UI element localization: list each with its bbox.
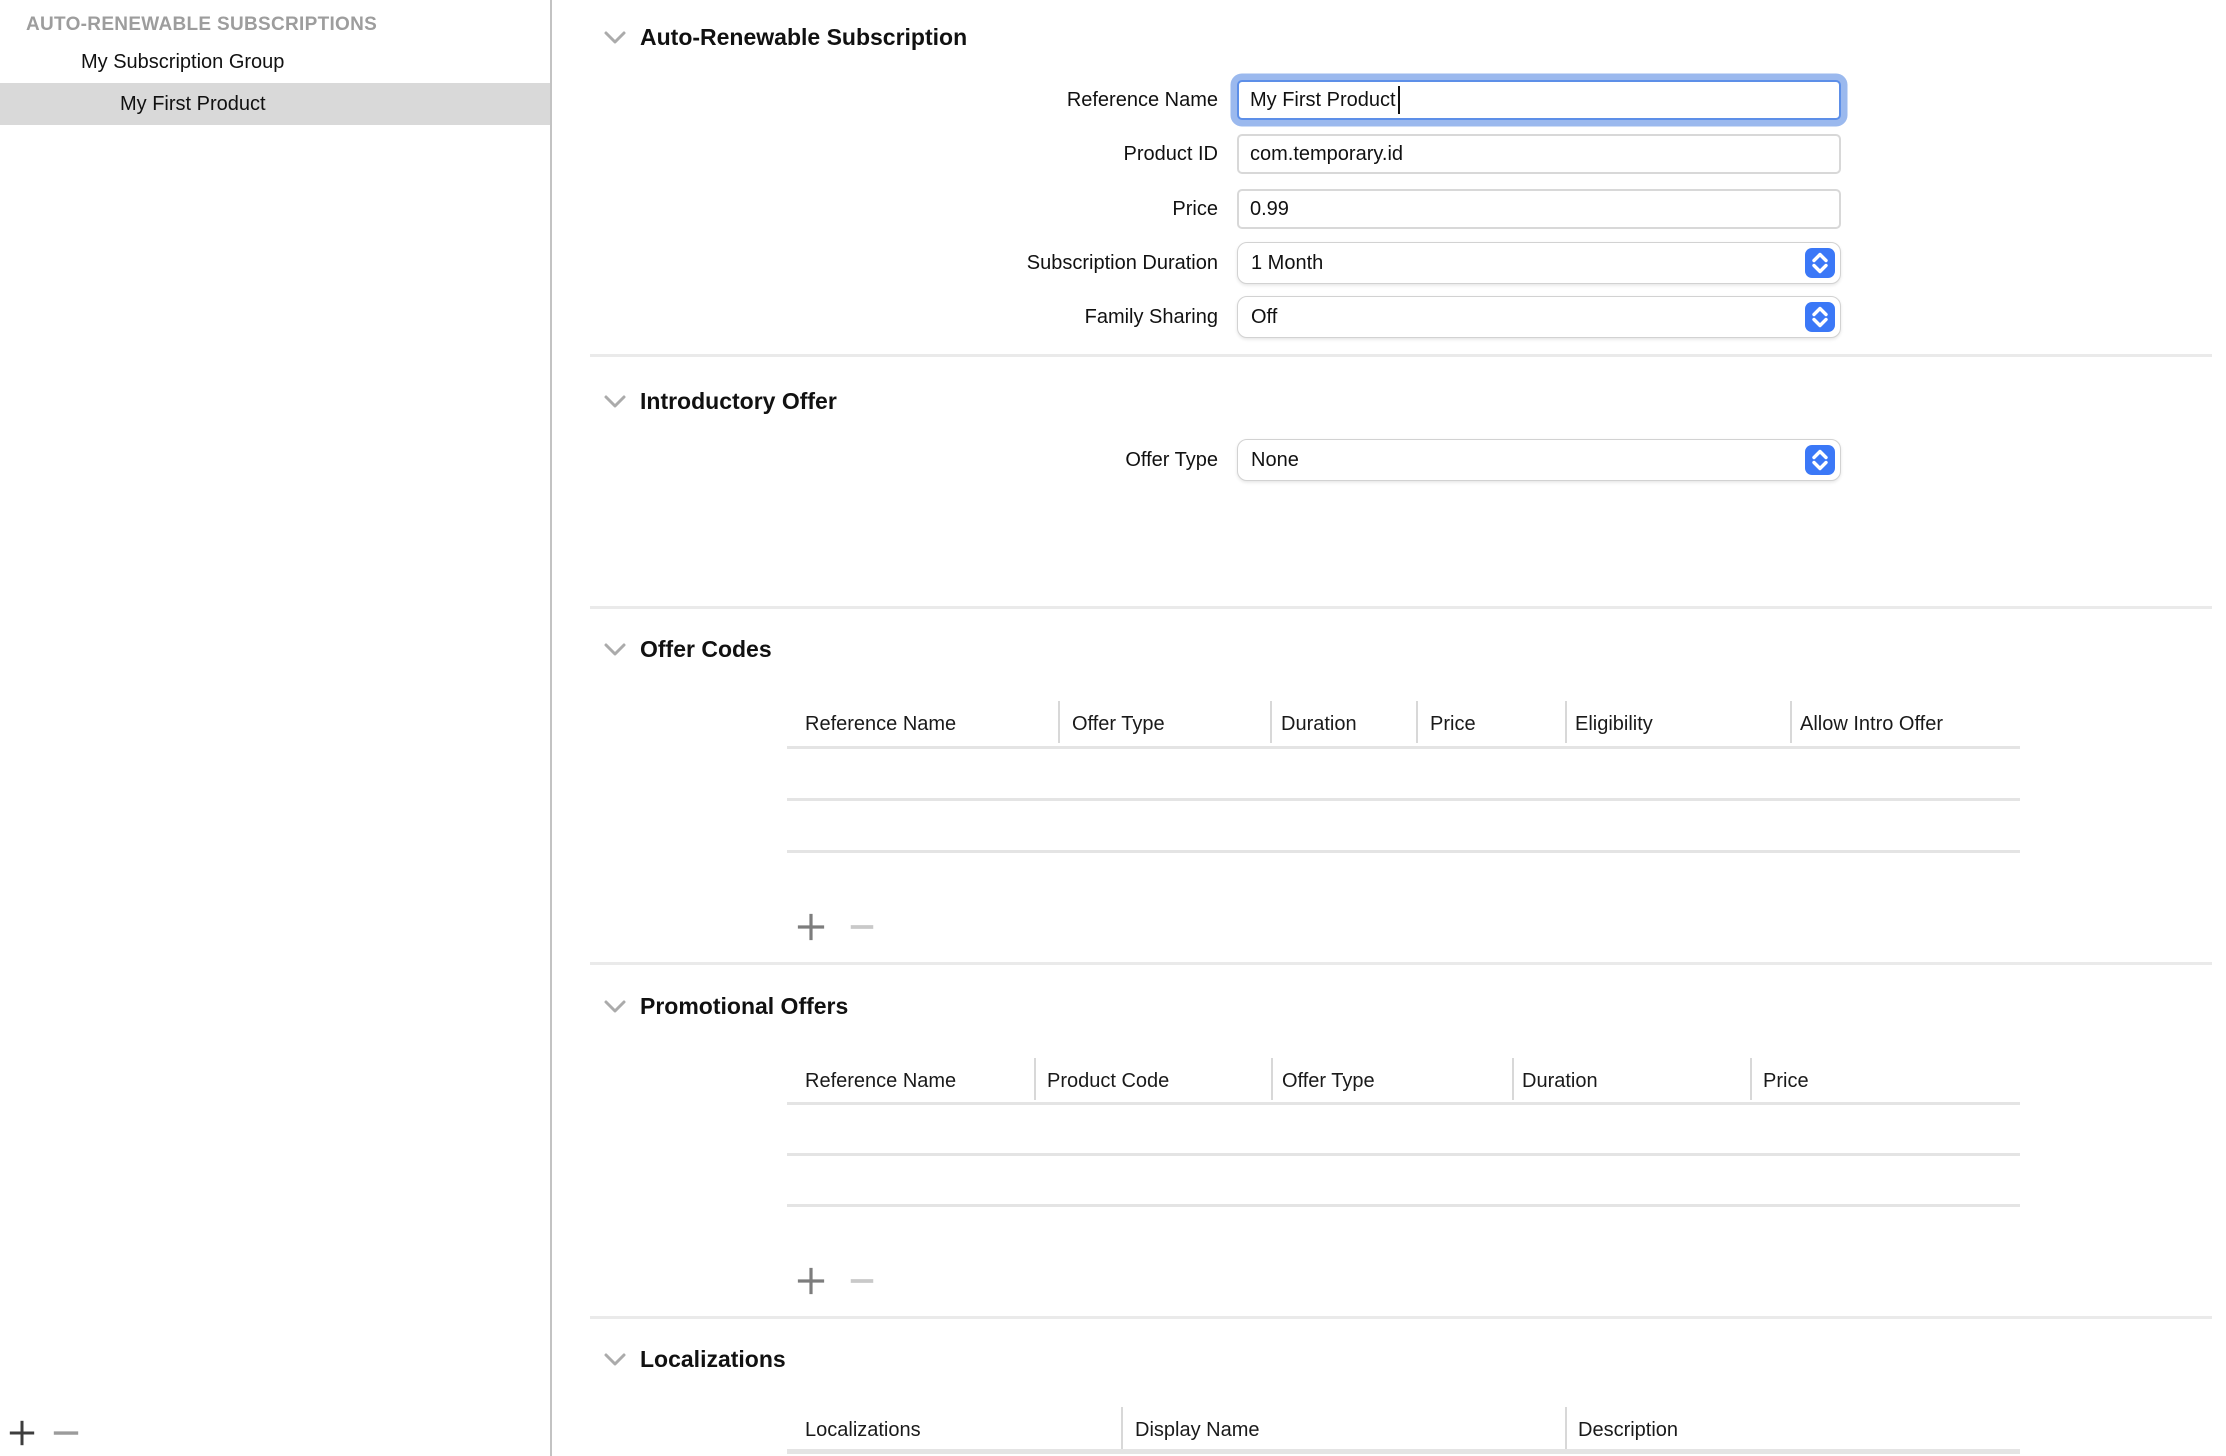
sidebar-item-my-first-product[interactable]: My First Product: [0, 83, 550, 125]
remove-offer-code-button[interactable]: [846, 911, 878, 943]
disclosure-chevron-down-icon[interactable]: [602, 641, 628, 659]
table-line: [787, 1204, 2020, 1207]
column-header[interactable]: Allow Intro Offer: [1800, 711, 1943, 737]
reference-name-value: My First Product: [1250, 89, 1396, 112]
column-header[interactable]: Product Code: [1047, 1068, 1169, 1094]
section-title: Localizations: [640, 1346, 786, 1373]
popup-stepper-icon: [1805, 445, 1835, 475]
section-title: Auto-Renewable Subscription: [640, 24, 967, 51]
column-separator[interactable]: [1416, 701, 1418, 743]
column-separator[interactable]: [1271, 1058, 1273, 1100]
minus-icon: [847, 912, 877, 942]
reference-name-label: Reference Name: [620, 87, 1218, 113]
table-row[interactable]: [787, 800, 2020, 850]
product-id-label: Product ID: [620, 141, 1218, 167]
sidebar-toolbar: [0, 1414, 550, 1456]
popup-stepper-icon: [1805, 302, 1835, 332]
price-label: Price: [620, 196, 1218, 222]
section-header-introductory-offer: Introductory Offer: [602, 388, 837, 415]
column-separator[interactable]: [1565, 1407, 1567, 1449]
table-row[interactable]: [787, 748, 2020, 798]
column-header[interactable]: Offer Type: [1072, 711, 1165, 737]
table-row[interactable]: [787, 1104, 2020, 1153]
column-header[interactable]: Eligibility: [1575, 711, 1653, 737]
sidebar: AUTO-RENEWABLE SUBSCRIPTIONS My Subscrip…: [0, 0, 550, 1456]
subscription-duration-label: Subscription Duration: [620, 250, 1218, 276]
plus-icon: [7, 1418, 37, 1448]
disclosure-chevron-down-icon[interactable]: [602, 1351, 628, 1369]
column-header[interactable]: Reference Name: [805, 1068, 956, 1094]
column-separator[interactable]: [1058, 701, 1060, 743]
section-title: Introductory Offer: [640, 388, 837, 415]
disclosure-chevron-down-icon[interactable]: [602, 998, 628, 1016]
column-header[interactable]: Localizations: [805, 1417, 921, 1443]
section-header-offer-codes: Offer Codes: [602, 636, 772, 663]
add-offer-code-button[interactable]: [795, 911, 827, 943]
column-separator[interactable]: [1270, 701, 1272, 743]
plus-icon: [796, 912, 826, 942]
table-line: [787, 850, 2020, 853]
sidebar-group-header: AUTO-RENEWABLE SUBSCRIPTIONS: [26, 14, 377, 36]
add-product-button[interactable]: [6, 1417, 38, 1449]
column-header[interactable]: Display Name: [1135, 1417, 1259, 1443]
storekit-config-editor: AUTO-RENEWABLE SUBSCRIPTIONS My Subscrip…: [0, 0, 2226, 1456]
subscription-duration-value: 1 Month: [1251, 252, 1323, 275]
column-separator[interactable]: [1790, 701, 1792, 743]
column-header[interactable]: Price: [1763, 1068, 1809, 1094]
table-row[interactable]: [787, 1155, 2020, 1204]
column-header[interactable]: Offer Type: [1282, 1068, 1375, 1094]
product-id-value: com.temporary.id: [1250, 143, 1403, 166]
section-title: Promotional Offers: [640, 993, 848, 1020]
column-header[interactable]: Duration: [1281, 711, 1357, 737]
minus-icon: [847, 1266, 877, 1296]
sidebar-item-label: My Subscription Group: [81, 51, 284, 74]
family-sharing-label: Family Sharing: [620, 304, 1218, 330]
section-title: Offer Codes: [640, 636, 772, 663]
section-divider: [590, 354, 2212, 357]
section-header-subscription: Auto-Renewable Subscription: [602, 24, 967, 51]
section-header-promotional-offers: Promotional Offers: [602, 993, 848, 1020]
offer-type-value: None: [1251, 449, 1299, 472]
column-separator[interactable]: [1121, 1407, 1123, 1449]
minus-icon: [51, 1418, 81, 1448]
table-line: [787, 1449, 2020, 1454]
column-header[interactable]: Price: [1430, 711, 1476, 737]
column-separator[interactable]: [1034, 1058, 1036, 1100]
disclosure-chevron-down-icon[interactable]: [602, 393, 628, 411]
remove-product-button[interactable]: [50, 1417, 82, 1449]
subscription-duration-popup[interactable]: 1 Month: [1237, 242, 1841, 284]
family-sharing-value: Off: [1251, 306, 1277, 329]
offer-type-popup[interactable]: None: [1237, 439, 1841, 481]
section-divider: [590, 1316, 2212, 1319]
column-separator[interactable]: [1512, 1058, 1514, 1100]
section-divider: [590, 606, 2212, 609]
price-value: 0.99: [1250, 198, 1289, 221]
add-promotional-offer-button[interactable]: [795, 1265, 827, 1297]
sidebar-item-label: My First Product: [120, 93, 266, 116]
disclosure-chevron-down-icon[interactable]: [602, 29, 628, 47]
column-separator[interactable]: [1750, 1058, 1752, 1100]
column-header[interactable]: Reference Name: [805, 711, 956, 737]
split-view-divider[interactable]: [550, 0, 552, 1456]
column-header[interactable]: Duration: [1522, 1068, 1598, 1094]
sidebar-item-subscription-group[interactable]: My Subscription Group: [0, 41, 550, 83]
price-input[interactable]: 0.99: [1237, 189, 1841, 229]
column-separator[interactable]: [1565, 701, 1567, 743]
family-sharing-popup[interactable]: Off: [1237, 296, 1841, 338]
offer-type-label: Offer Type: [620, 447, 1218, 473]
product-id-input[interactable]: com.temporary.id: [1237, 134, 1841, 174]
sidebar-group-header-row: AUTO-RENEWABLE SUBSCRIPTIONS: [0, 4, 550, 46]
section-divider: [590, 962, 2212, 965]
reference-name-input[interactable]: My First Product: [1237, 80, 1841, 120]
column-header[interactable]: Description: [1578, 1417, 1678, 1443]
remove-promotional-offer-button[interactable]: [846, 1265, 878, 1297]
text-caret: [1398, 86, 1401, 114]
plus-icon: [796, 1266, 826, 1296]
section-header-localizations: Localizations: [602, 1346, 786, 1373]
popup-stepper-icon: [1805, 248, 1835, 278]
